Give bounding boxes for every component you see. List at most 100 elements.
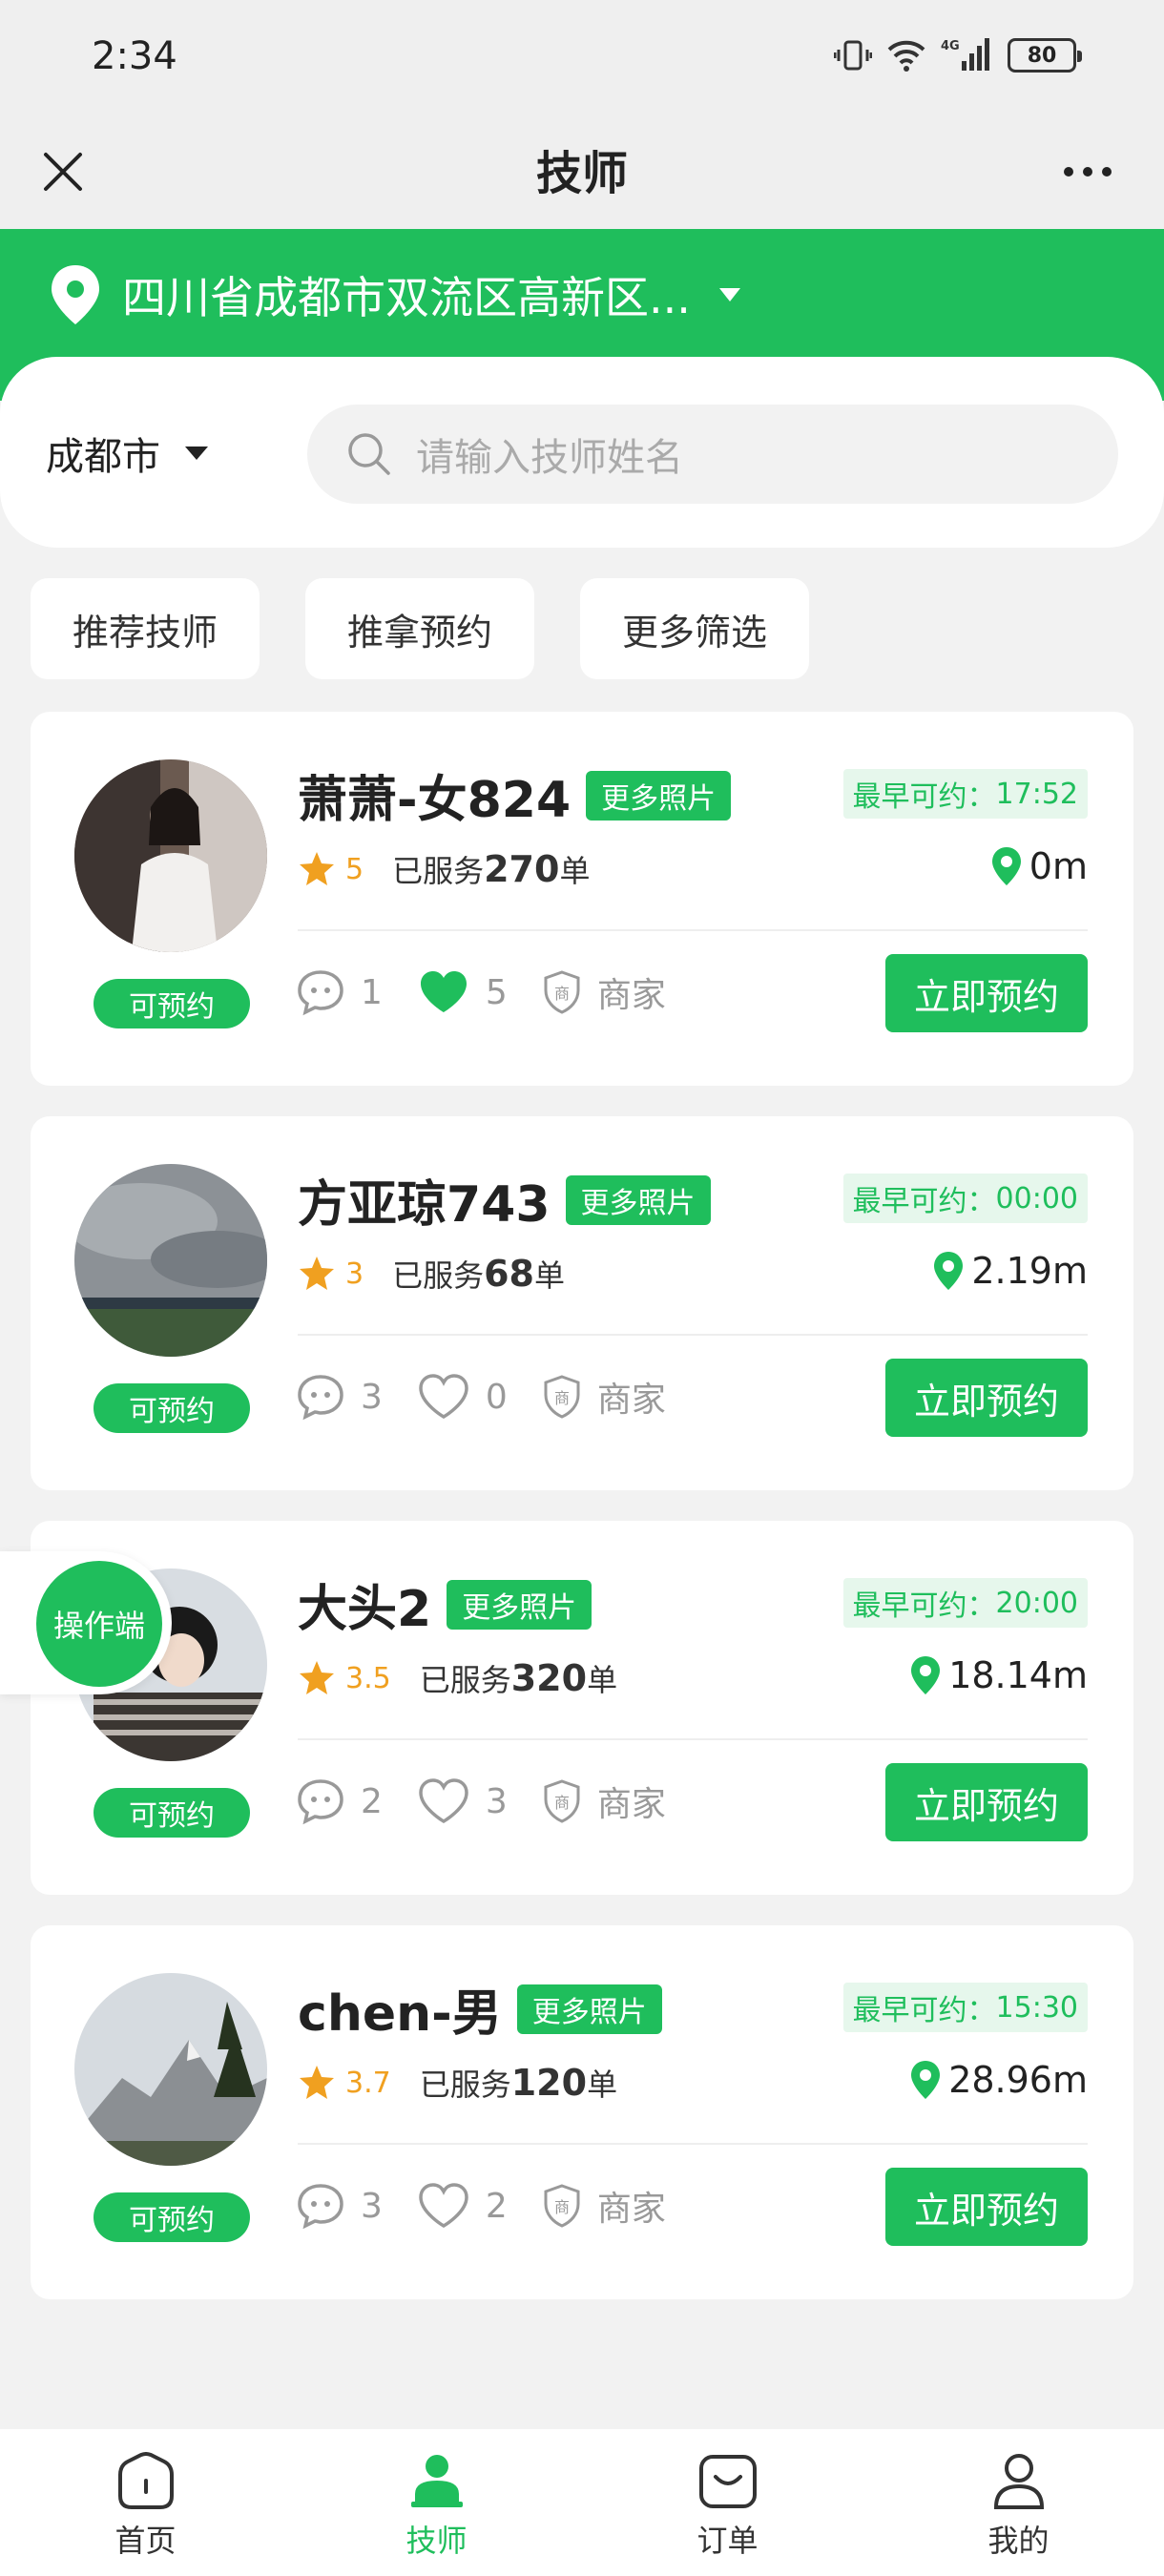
location-address: 四川省成都市双流区高新区... <box>122 272 691 323</box>
heart-filled-icon <box>420 971 467 1012</box>
likes-stat[interactable]: 5 <box>417 968 508 1016</box>
page-title: 技师 <box>535 147 628 200</box>
comment-count: 1 <box>361 972 383 1012</box>
filter-more[interactable]: 更多筛选 <box>580 578 810 679</box>
tab-label: 我的 <box>987 2523 1050 2559</box>
rating-row: 5 已服务270单 <box>298 847 590 891</box>
caret-down-icon <box>185 447 208 460</box>
technician-card[interactable]: 可预约 大头2 更多照片 最早可约： 20:00 3.5 已服务320单 18.14m 2 3 商商… <box>31 1521 1133 1895</box>
city-selector[interactable]: 成都市 <box>46 426 208 481</box>
technician-name: chen-男 <box>298 1985 502 2043</box>
more-photos-button[interactable]: 更多照片 <box>447 1579 592 1630</box>
more-photos-button[interactable]: 更多照片 <box>565 1174 711 1225</box>
divider <box>298 2143 1088 2145</box>
comment-count: 3 <box>361 1377 383 1417</box>
likes-stat[interactable]: 0 <box>417 1373 508 1421</box>
earliest-time: 20:00 <box>995 1586 1078 1620</box>
comments-stat[interactable]: 3 <box>296 2182 383 2230</box>
earliest-time: 00:00 <box>995 1181 1078 1215</box>
more-photos-button[interactable]: 更多照片 <box>516 1984 662 2034</box>
comments-stat[interactable]: 3 <box>296 1373 383 1421</box>
merchant-shield-icon: 商 <box>544 1375 580 1419</box>
operator-button[interactable]: 操作端 <box>36 1561 162 1687</box>
earliest-available-badge: 最早可约： 15:30 <box>842 1983 1088 2032</box>
earliest-label: 最早可约： <box>852 1185 996 1218</box>
stats-row: 2 3 商 商家 <box>296 1771 700 1832</box>
name-row: 大头2 更多照片 <box>298 1568 592 1640</box>
battery-icon: 80 <box>1008 38 1082 73</box>
location-pin-icon <box>52 265 99 324</box>
merchant-label: 商家 <box>596 976 666 1015</box>
like-count: 3 <box>485 1781 508 1821</box>
filter-massage[interactable]: 推拿预约 <box>305 578 535 679</box>
svg-text:商: 商 <box>554 2198 570 2216</box>
city-label: 成都市 <box>46 435 160 479</box>
technician-card[interactable]: 可预约 萧萧-女824 更多照片 最早可约： 17:52 5 已服务270单 0m 1 5 商 商家 立… <box>31 712 1133 1086</box>
heart-icon <box>419 2183 468 2229</box>
rating-row: 3.7 已服务120单 <box>298 2061 617 2105</box>
merchant-shield-icon: 商 <box>544 970 580 1014</box>
stats-row: 1 5 商 商家 <box>296 962 700 1023</box>
tab-home[interactable]: 首页 <box>0 2429 291 2576</box>
merchant-shield-icon: 商 <box>544 1779 580 1823</box>
like-count: 2 <box>485 2186 508 2226</box>
orders-icon <box>698 2455 757 2508</box>
more-menu-button[interactable] <box>1040 137 1135 206</box>
tab-technician[interactable]: 技师 <box>291 2429 582 2576</box>
technician-avatar[interactable] <box>74 1973 267 2166</box>
search-icon <box>348 433 390 475</box>
served-count: 已服务120单 <box>419 2062 618 2104</box>
search-input[interactable]: 请输入技师姓名 <box>307 405 1118 504</box>
bottom-nav: 首页 技师 订单 我的 <box>0 2429 1164 2576</box>
technician-avatar[interactable] <box>74 1164 267 1357</box>
earliest-available-badge: 最早可约： 00:00 <box>842 1174 1088 1223</box>
rating-value: 3.5 <box>345 1661 391 1695</box>
availability-badge: 可预约 <box>94 2192 250 2242</box>
rating-value: 5 <box>345 852 364 886</box>
distance-value: 0m <box>1029 845 1088 887</box>
comments-stat[interactable]: 2 <box>296 1777 383 1825</box>
tab-profile[interactable]: 我的 <box>873 2429 1164 2576</box>
availability-badge: 可预约 <box>94 979 250 1028</box>
status-time: 2:34 <box>92 34 177 78</box>
technician-name: 大头2 <box>298 1581 432 1638</box>
technician-card[interactable]: 可预约 方亚琼743 更多照片 最早可约： 00:00 3 已服务68单 2.19m 3 0 商 商家… <box>31 1116 1133 1490</box>
technician-avatar[interactable] <box>74 759 267 952</box>
merchant-stat: 商 商家 <box>542 2181 666 2231</box>
location-pin-icon <box>934 1252 964 1290</box>
svg-text:商: 商 <box>554 1794 570 1812</box>
nav-bar: 技师 <box>0 114 1164 229</box>
vibrate-icon <box>834 40 872 71</box>
comments-stat[interactable]: 1 <box>296 968 383 1016</box>
like-count: 5 <box>485 972 508 1012</box>
more-photos-button[interactable]: 更多照片 <box>586 770 732 821</box>
star-icon <box>300 1661 334 1694</box>
wifi-icon <box>887 40 925 72</box>
technician-card[interactable]: 可预约 chen-男 更多照片 最早可约： 15:30 3.7 已服务120单 28.96m 3… <box>31 1925 1133 2299</box>
divider <box>298 1738 1088 1740</box>
likes-stat[interactable]: 3 <box>417 1777 508 1825</box>
book-now-button[interactable]: 立即预约 <box>885 954 1088 1032</box>
earliest-label: 最早可约： <box>852 1589 996 1623</box>
location-selector[interactable]: 四川省成都市双流区高新区... <box>48 263 740 326</box>
book-now-button[interactable]: 立即预约 <box>885 2168 1088 2246</box>
like-count: 0 <box>485 1377 508 1417</box>
more-dots-icon <box>1064 167 1073 177</box>
stats-row: 3 0 商 商家 <box>296 1366 700 1427</box>
location-pin-icon <box>991 847 1021 885</box>
status-icons: 4G 80 <box>834 34 1082 76</box>
search-panel: 成都市 请输入技师姓名 <box>0 357 1164 548</box>
book-now-button[interactable]: 立即预约 <box>885 1763 1088 1841</box>
comment-count: 3 <box>361 2186 383 2226</box>
operator-floating: 操作端 <box>0 1551 172 1694</box>
merchant-stat: 商 商家 <box>542 1372 666 1422</box>
served-count: 已服务68单 <box>392 1253 566 1295</box>
book-now-button[interactable]: 立即预约 <box>885 1359 1088 1437</box>
distance: 28.96m <box>908 2059 1088 2101</box>
distance-value: 28.96m <box>948 2059 1088 2101</box>
svg-text:商: 商 <box>554 1389 570 1407</box>
likes-stat[interactable]: 2 <box>417 2182 508 2230</box>
filter-recommended[interactable]: 推荐技师 <box>31 578 260 679</box>
distance-value: 18.14m <box>948 1654 1088 1696</box>
tab-orders[interactable]: 订单 <box>582 2429 873 2576</box>
